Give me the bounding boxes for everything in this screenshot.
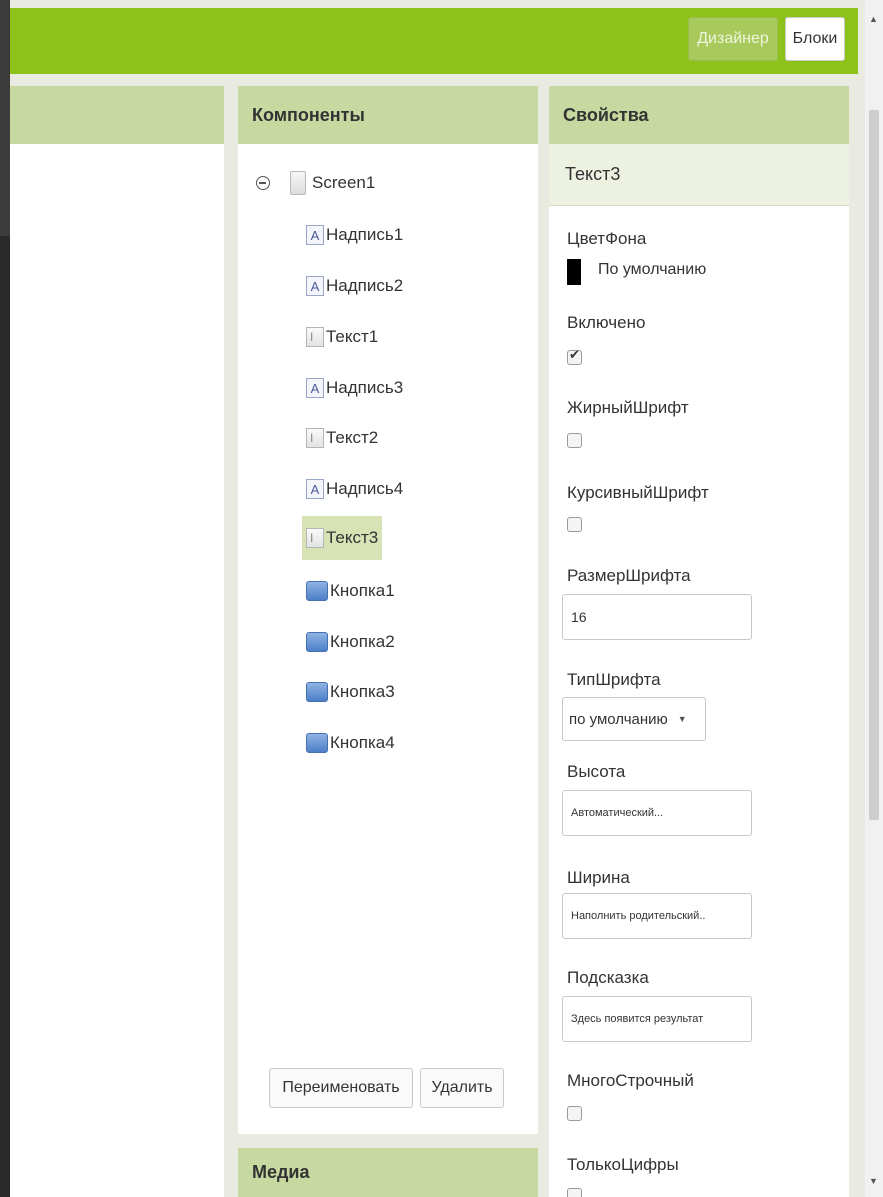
tree-item-text: Текст3: [326, 528, 379, 547]
tree-item-text: Надпись2: [326, 276, 404, 295]
bold-checkbox[interactable]: [567, 433, 582, 448]
tree-item-label2[interactable]: A Надпись2: [302, 264, 407, 308]
blocks-button[interactable]: Блоки: [785, 17, 845, 61]
tree-item-label4[interactable]: A Надпись4: [302, 467, 407, 511]
prop-enabled-label: Включено: [567, 313, 646, 332]
media-panel: Медиа: [238, 1148, 538, 1197]
prop-italic-label: КурсивныйШрифт: [567, 483, 709, 502]
viewer-panel: [10, 86, 224, 1197]
height-input[interactable]: Автоматический...: [562, 790, 752, 836]
dropdown-caret-icon: ▼: [677, 714, 687, 724]
tree-item-button1[interactable]: Кнопка1: [302, 569, 399, 613]
tree-item-button4[interactable]: Кнопка4: [302, 721, 399, 765]
label-icon: A: [306, 225, 324, 245]
italic-checkbox[interactable]: [567, 517, 582, 532]
button-icon: [306, 682, 328, 702]
tree-root-label: Screen1: [312, 173, 376, 192]
components-title: Компоненты: [238, 86, 538, 144]
prop-background-color-value[interactable]: По умолчанию: [598, 261, 706, 279]
prop-font-size-label: РазмерШрифта: [567, 566, 691, 585]
tree-item-text: Надпись3: [326, 378, 404, 397]
scrollbar-thumb[interactable]: [869, 110, 879, 820]
enabled-checkbox[interactable]: [567, 348, 582, 365]
textbox-icon: I: [306, 428, 324, 448]
prop-background-color-label: ЦветФона: [567, 229, 647, 248]
tree-item-label1[interactable]: A Надпись1: [302, 213, 407, 257]
scroll-down-arrow-icon[interactable]: ▼: [869, 1176, 878, 1186]
tree-item-button2[interactable]: Кнопка2: [302, 620, 399, 664]
delete-button[interactable]: Удалить: [420, 1068, 504, 1108]
tree-item-text: Надпись1: [326, 225, 404, 244]
font-type-select[interactable]: по умолчанию ▼: [562, 697, 706, 741]
font-type-value: по умолчанию: [569, 710, 668, 728]
tree-item-label3[interactable]: A Надпись3: [302, 366, 407, 410]
color-swatch[interactable]: [567, 259, 581, 285]
selected-component-name: Текст3: [549, 144, 849, 206]
prop-numbers-only-label: ТолькоЦифры: [567, 1155, 679, 1174]
screen-icon: [290, 171, 306, 195]
tree-item-text: Кнопка3: [330, 682, 395, 701]
prop-bold-label: ЖирныйШрифт: [567, 398, 689, 417]
textbox-icon: I: [306, 528, 324, 548]
tree-item-text: Текст1: [326, 327, 379, 346]
tree-root-screen1[interactable]: Screen1: [256, 163, 375, 203]
media-title: Медиа: [238, 1148, 538, 1197]
collapse-icon[interactable]: [256, 176, 270, 190]
prop-font-type-label: ТипШрифта: [567, 670, 661, 689]
tree-item-text: Кнопка4: [330, 733, 395, 752]
tree-item-text2[interactable]: I Текст2: [302, 416, 382, 460]
tree-item-text: Текст2: [326, 428, 379, 447]
font-size-input[interactable]: 16: [562, 594, 752, 640]
tree-item-button3[interactable]: Кнопка3: [302, 670, 399, 714]
prop-multiline-label: МногоСтрочный: [567, 1071, 694, 1090]
button-icon: [306, 733, 328, 753]
textbox-icon: I: [306, 327, 324, 347]
rename-button[interactable]: Переименовать: [269, 1068, 413, 1108]
designer-button[interactable]: Дизайнер: [688, 17, 778, 61]
tree-item-text: Кнопка2: [330, 632, 395, 651]
tree-item-text1[interactable]: I Текст1: [302, 315, 382, 359]
hint-input[interactable]: Здесь появится результат: [562, 996, 752, 1042]
left-edge-strip: [0, 0, 10, 1197]
prop-hint-label: Подсказка: [567, 968, 649, 987]
button-icon: [306, 632, 328, 652]
label-icon: A: [306, 378, 324, 398]
width-input[interactable]: Наполнить родительский..: [562, 893, 752, 939]
button-icon: [306, 581, 328, 601]
properties-title: Свойства: [549, 86, 849, 144]
multiline-checkbox[interactable]: [567, 1106, 582, 1121]
tree-item-text: Надпись4: [326, 479, 404, 498]
numbers-only-checkbox[interactable]: [567, 1188, 582, 1197]
prop-width-label: Ширина: [567, 868, 630, 887]
scroll-up-arrow-icon[interactable]: ▲: [869, 14, 878, 24]
prop-height-label: Высота: [567, 762, 626, 781]
label-icon: A: [306, 276, 324, 296]
page-scrollbar[interactable]: ▲ ▼: [865, 0, 883, 1197]
tree-item-text3[interactable]: I Текст3: [302, 516, 383, 560]
viewer-header: [10, 86, 224, 144]
left-edge-strip-upper: [0, 0, 10, 236]
tree-item-text: Кнопка1: [330, 581, 395, 600]
label-icon: A: [306, 479, 324, 499]
